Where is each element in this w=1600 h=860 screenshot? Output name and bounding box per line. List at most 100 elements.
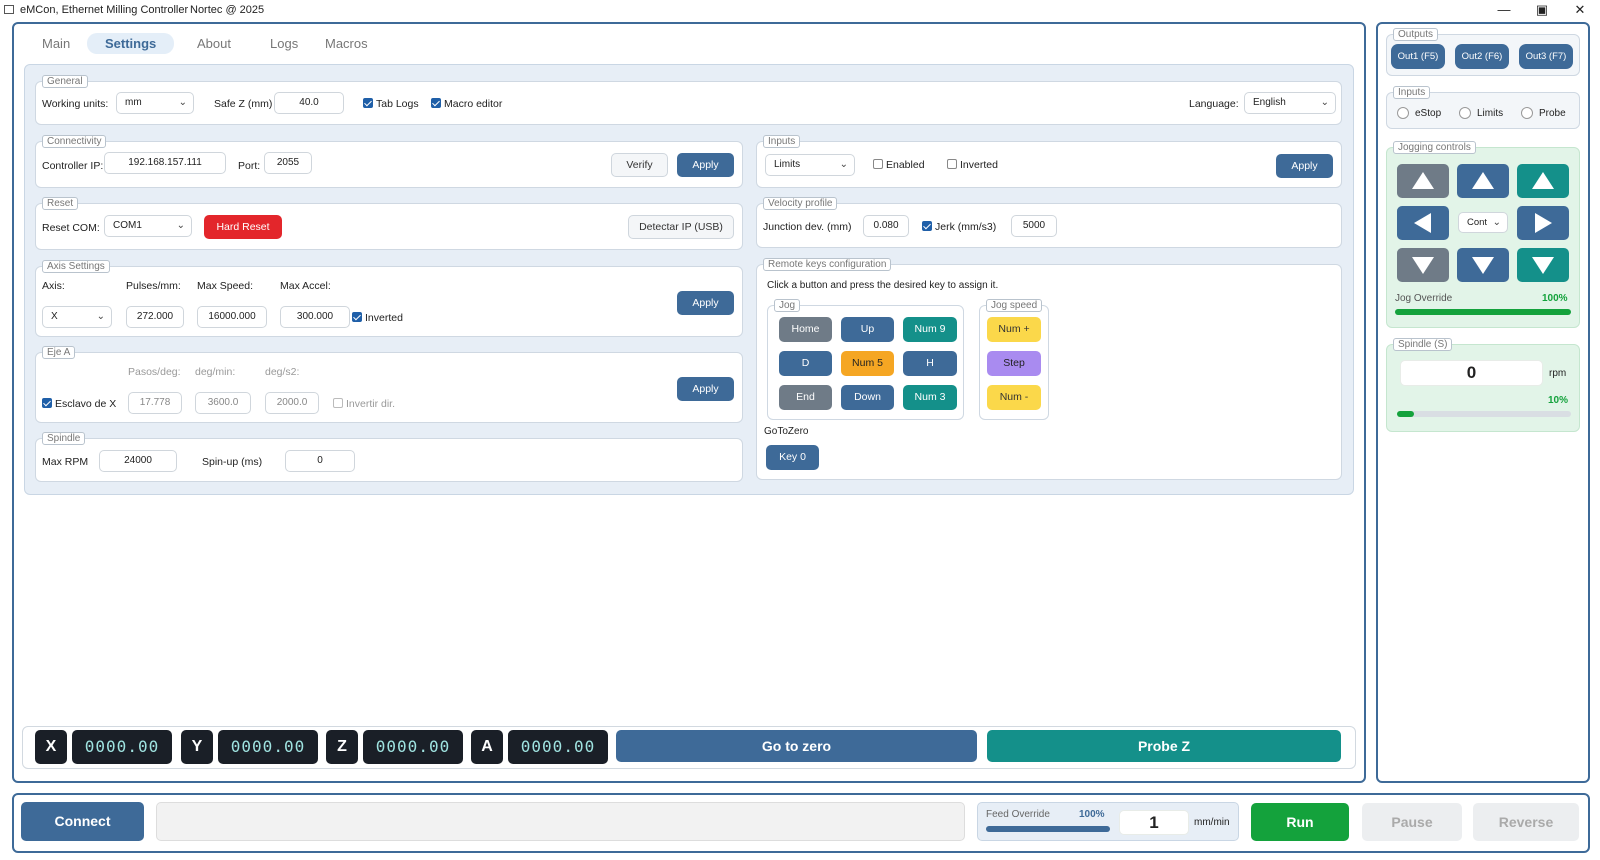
jog-a-minus-button[interactable] [1517, 248, 1569, 282]
max-accel-input[interactable]: 300.000 [280, 306, 350, 328]
arrow-up-icon [1412, 172, 1434, 189]
eje-a-apply-button[interactable]: Apply [677, 377, 734, 401]
out1-button[interactable]: Out1 (F5) [1391, 44, 1445, 69]
verify-button[interactable]: Verify [611, 153, 668, 177]
max-speed-input[interactable]: 16000.000 [197, 306, 267, 328]
minimize-icon[interactable]: — [1494, 2, 1514, 17]
velocity-profile-legend: Velocity profile [763, 197, 838, 210]
jog-y-minus-button[interactable] [1457, 248, 1509, 282]
arrow-down-icon [1472, 257, 1494, 274]
restore-icon[interactable]: ▣ [1532, 2, 1552, 18]
slave-x-checkbox[interactable] [42, 398, 52, 408]
spindle-config-legend: Spindle [42, 432, 86, 445]
key-num5[interactable]: Num 5 [841, 351, 894, 376]
arrow-down-icon [1532, 257, 1554, 274]
dro-x-value: 0000.00 [72, 730, 172, 764]
steps-input[interactable]: 17.778 [128, 392, 182, 414]
key-num-plus[interactable]: Num + [987, 317, 1041, 342]
jog-x-plus-button[interactable] [1517, 206, 1569, 240]
port-input[interactable]: 2055 [264, 152, 312, 174]
window-title: eMCon, Ethernet Milling Controller [20, 4, 189, 16]
macro-editor-checkbox[interactable] [431, 98, 441, 108]
pulses-input[interactable]: 272.000 [126, 306, 184, 328]
tab-about[interactable]: About [179, 33, 249, 54]
connect-button[interactable]: Connect [21, 802, 144, 841]
jogging-legend: Jogging controls [1393, 141, 1476, 154]
key-num-minus[interactable]: Num - [987, 385, 1041, 410]
chevron-down-icon: ⌄ [176, 220, 185, 231]
jog-override-value: 100% [1542, 293, 1568, 304]
tab-macros[interactable]: Macros [307, 33, 386, 54]
tab-main[interactable]: Main [24, 33, 88, 54]
language-select[interactable]: English ⌄ [1244, 92, 1336, 114]
spinup-input[interactable]: 0 [285, 450, 355, 472]
spindle-rpm-input[interactable]: 0 [1400, 360, 1543, 386]
reverse-button[interactable]: Reverse [1473, 803, 1579, 841]
key-num9[interactable]: Num 9 [903, 317, 957, 342]
chevron-down-icon: ⌄ [839, 159, 848, 170]
dro-x-label: X [35, 730, 67, 764]
inputs-config-group: Inputs Limits ⌄ Enabled Inverted Apply [756, 135, 1342, 188]
probe-indicator [1521, 107, 1533, 119]
input-inverted-checkbox[interactable] [947, 159, 957, 169]
deg-min-input[interactable]: 3600.0 [195, 392, 251, 414]
reset-com-select[interactable]: COM1 ⌄ [104, 215, 192, 237]
pause-button[interactable]: Pause [1362, 803, 1462, 841]
detect-ip-button[interactable]: Detectar IP (USB) [628, 215, 734, 239]
safe-z-input[interactable]: 40.0 [274, 92, 344, 114]
controller-ip-input[interactable]: 192.168.157.111 [104, 152, 226, 174]
dro-z-label: Z [326, 730, 358, 764]
spindle-override-track[interactable] [1397, 411, 1571, 417]
axis-apply-button[interactable]: Apply [677, 291, 734, 315]
key-end[interactable]: End [779, 385, 832, 410]
status-field [156, 802, 965, 841]
close-icon[interactable]: ✕ [1570, 2, 1590, 18]
key-num3[interactable]: Num 3 [903, 385, 957, 410]
key-down[interactable]: Down [841, 385, 894, 410]
hard-reset-button[interactable]: Hard Reset [204, 215, 282, 239]
probe-z-button[interactable]: Probe Z [987, 730, 1341, 762]
jog-y-plus-button[interactable] [1457, 164, 1509, 198]
key-gotozero[interactable]: Key 0 [766, 445, 819, 470]
inputs-apply-button[interactable]: Apply [1276, 154, 1333, 178]
working-units-select[interactable]: mm ⌄ [116, 92, 194, 114]
input-enabled-checkbox[interactable] [873, 159, 883, 169]
feed-rate-input[interactable]: 1 [1119, 810, 1189, 835]
dro-y-value: 0000.00 [218, 730, 318, 764]
jerk-input[interactable]: 5000 [1011, 215, 1057, 237]
go-to-zero-button[interactable]: Go to zero [616, 730, 977, 762]
port-label: Port: [238, 160, 261, 172]
deg-s2-input[interactable]: 2000.0 [265, 392, 319, 414]
key-d[interactable]: D [779, 351, 832, 376]
feed-override-track[interactable] [986, 826, 1110, 832]
key-up[interactable]: Up [841, 317, 894, 342]
reset-com-value: COM1 [113, 220, 142, 231]
gotozero-label: GoToZero [764, 426, 809, 437]
junction-input[interactable]: 0.080 [863, 215, 909, 237]
out3-button[interactable]: Out3 (F7) [1519, 44, 1573, 69]
jerk-label: Jerk (mm/s3) [935, 221, 997, 233]
max-rpm-input[interactable]: 24000 [99, 450, 177, 472]
jog-x-minus-button[interactable] [1397, 206, 1449, 240]
axis-inverted-label: Inverted [365, 312, 403, 324]
key-h[interactable]: H [903, 351, 957, 376]
jog-z-down-button[interactable] [1397, 248, 1449, 282]
out2-button[interactable]: Out2 (F6) [1455, 44, 1509, 69]
axis-inverted-checkbox[interactable] [352, 312, 362, 322]
jog-override-track[interactable] [1395, 309, 1571, 315]
axis-settings-group: Axis Settings Axis: Pulses/mm: Max Speed… [35, 260, 743, 337]
chevron-down-icon: ⌄ [96, 311, 105, 322]
input-select[interactable]: Limits ⌄ [765, 154, 855, 176]
jog-mode-select[interactable]: Cont ⌄ [1458, 212, 1508, 233]
connectivity-apply-button[interactable]: Apply [677, 153, 734, 177]
tab-logs-checkbox[interactable] [363, 98, 373, 108]
axis-select[interactable]: X ⌄ [42, 306, 112, 328]
invert-dir-checkbox[interactable] [333, 398, 343, 408]
run-button[interactable]: Run [1251, 803, 1349, 841]
jerk-checkbox[interactable] [922, 221, 932, 231]
tab-settings[interactable]: Settings [87, 33, 175, 54]
key-step[interactable]: Step [987, 351, 1041, 376]
key-home[interactable]: Home [779, 317, 832, 342]
jog-a-plus-button[interactable] [1517, 164, 1569, 198]
jog-z-up-button[interactable] [1397, 164, 1449, 198]
